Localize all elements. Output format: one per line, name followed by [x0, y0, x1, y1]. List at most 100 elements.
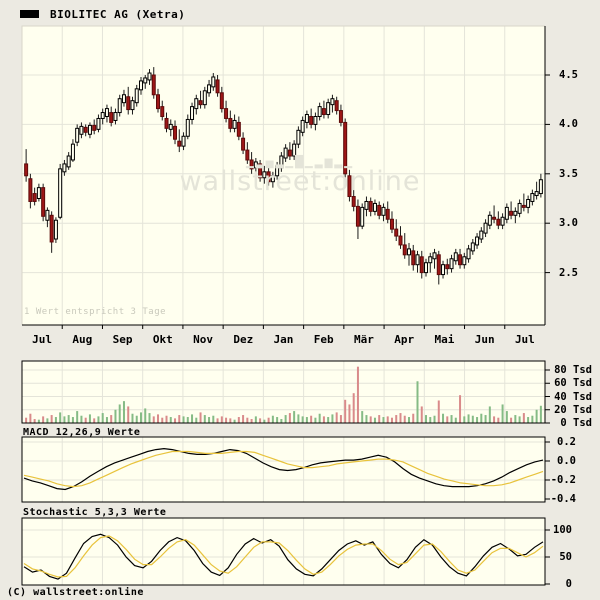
price-tick-label: 4.5	[559, 69, 578, 81]
candle-up	[212, 77, 215, 87]
volume-bar	[183, 416, 185, 423]
volume-bar	[331, 414, 333, 423]
candle-up	[305, 115, 308, 123]
candle-down	[420, 257, 423, 273]
volume-bar	[97, 416, 99, 423]
volume-bar	[272, 416, 274, 423]
candle-up	[46, 210, 49, 220]
volume-bar	[238, 417, 240, 423]
candle-down	[42, 188, 45, 217]
candle-down	[356, 206, 359, 226]
candle-up	[301, 120, 304, 132]
candle-up	[144, 78, 147, 83]
candle-up	[327, 103, 330, 115]
volume-bar	[472, 416, 474, 423]
volume-bar	[170, 417, 172, 423]
volume-bar	[361, 411, 363, 423]
candle-up	[118, 99, 121, 113]
candle-up	[484, 223, 487, 233]
volume-tick-label: 0 Tsd	[560, 417, 592, 429]
volume-bar	[225, 418, 227, 423]
volume-bar	[395, 415, 397, 423]
macd-tick-label: -0.4	[551, 493, 576, 505]
month-label: Jan	[274, 333, 294, 346]
candle-down	[344, 122, 347, 173]
volume-bar	[29, 414, 31, 423]
volume-bar	[123, 401, 125, 423]
candle-down	[93, 125, 96, 130]
volume-bar	[42, 416, 44, 423]
price-tick-label: 3.5	[559, 168, 578, 180]
candle-down	[395, 229, 398, 236]
volume-bar	[166, 416, 168, 423]
volume-bar	[442, 414, 444, 423]
volume-bar	[536, 410, 538, 423]
volume-bar	[204, 415, 206, 423]
volume-bar	[131, 414, 133, 423]
candle-up	[195, 99, 198, 109]
candle-down	[50, 215, 53, 242]
candle-down	[250, 160, 253, 169]
volume-bar	[438, 400, 440, 423]
volume-bar	[285, 415, 287, 423]
candle-down	[216, 80, 219, 93]
candle-down	[310, 116, 313, 124]
month-label: Nov	[193, 333, 213, 346]
candle-up	[476, 237, 479, 245]
candle-down	[288, 150, 291, 156]
volume-bar	[446, 416, 448, 423]
volume-bar	[374, 418, 376, 423]
candle-down	[322, 109, 325, 115]
volume-bar	[251, 419, 253, 423]
volume-bar	[514, 415, 516, 423]
volume-bar	[306, 417, 308, 423]
candle-down	[174, 126, 177, 139]
candle-up	[284, 148, 287, 158]
candle-down	[242, 138, 245, 150]
candle-down	[412, 251, 415, 265]
candle-up	[314, 116, 317, 124]
candle-up	[59, 169, 62, 217]
volume-bar	[365, 415, 367, 423]
volume-bar	[417, 381, 419, 423]
candle-up	[416, 255, 419, 265]
volume-bar	[459, 395, 461, 423]
candle-up	[148, 73, 151, 80]
candle-up	[169, 124, 172, 129]
candle-up	[361, 207, 364, 226]
candle-up	[76, 128, 79, 142]
candle-down	[25, 164, 28, 176]
candle-up	[442, 265, 445, 275]
candle-down	[339, 111, 342, 123]
volume-bar	[191, 414, 193, 423]
volume-bar	[497, 418, 499, 423]
volume-bar	[519, 416, 521, 423]
legend-swatch	[20, 10, 39, 18]
volume-bar	[80, 416, 82, 423]
candle-up	[233, 120, 236, 128]
volume-bar	[119, 404, 121, 423]
volume-bar	[399, 413, 401, 423]
candle-up	[71, 144, 74, 160]
volume-bar	[404, 416, 406, 423]
volume-bar	[468, 414, 470, 423]
volume-bar	[268, 418, 270, 423]
candle-down	[378, 205, 381, 215]
candle-up	[122, 95, 125, 103]
volume-bar	[344, 400, 346, 423]
candle-up	[263, 172, 266, 178]
volume-bar	[510, 418, 512, 423]
volume-bar	[157, 414, 159, 423]
volume-bar	[319, 414, 321, 423]
month-label: Feb	[314, 333, 334, 346]
volume-bar	[429, 417, 431, 423]
candle-up	[454, 253, 457, 261]
candle-down	[446, 265, 449, 269]
price-tick-label: 2.5	[559, 267, 578, 279]
candle-up	[97, 118, 100, 129]
volume-bar	[353, 393, 355, 423]
candle-up	[518, 203, 521, 213]
volume-bar	[229, 418, 231, 423]
volume-bar	[276, 417, 278, 423]
price-tick-label: 4.0	[559, 118, 578, 130]
